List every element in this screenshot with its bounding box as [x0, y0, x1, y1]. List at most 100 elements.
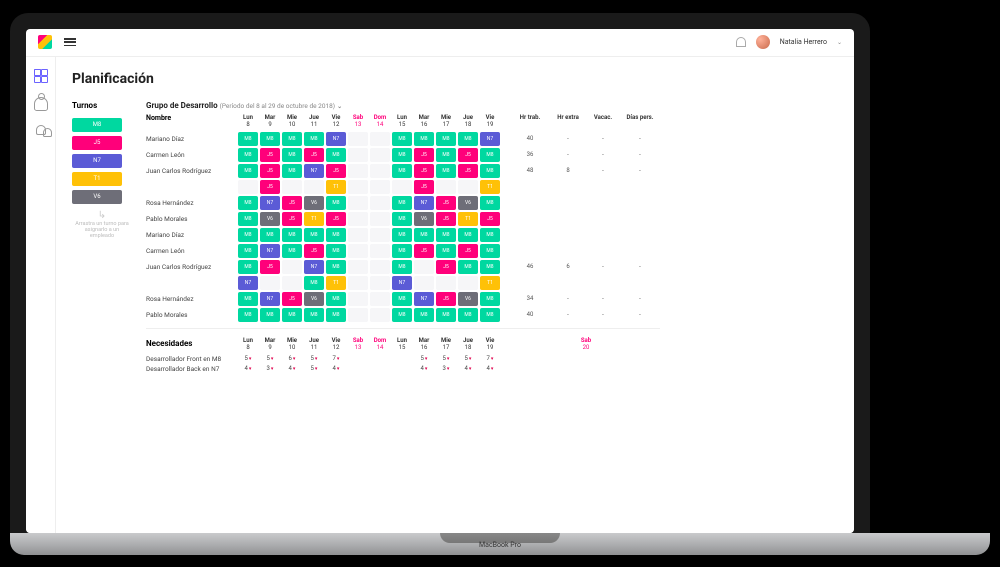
shift-cell[interactable]: M8 [458, 132, 478, 146]
shift-cell[interactable]: M8 [480, 196, 500, 210]
shift-cell[interactable]: M8 [260, 132, 280, 146]
shift-cell[interactable]: J5 [304, 244, 324, 258]
shift-cell[interactable]: M8 [238, 292, 258, 306]
need-cell[interactable] [348, 355, 368, 363]
empty-cell[interactable] [458, 276, 478, 290]
empty-cell[interactable] [282, 180, 302, 194]
need-cell[interactable]: 7 ▾ [480, 355, 500, 363]
shift-cell[interactable]: J5 [326, 212, 346, 226]
shift-cell[interactable]: J5 [458, 164, 478, 178]
shift-cell[interactable]: M8 [392, 148, 412, 162]
shift-cell[interactable]: J5 [282, 212, 302, 226]
need-cell[interactable]: 5 ▾ [414, 355, 434, 363]
shift-cell[interactable]: M8 [326, 292, 346, 306]
need-cell[interactable]: 6 ▾ [282, 355, 302, 363]
shift-cell[interactable]: M8 [238, 132, 258, 146]
shift-cell[interactable]: M8 [304, 228, 324, 242]
shift-cell[interactable]: M8 [392, 260, 412, 274]
shift-cell[interactable]: N7 [304, 260, 324, 274]
empty-cell[interactable] [370, 308, 390, 322]
empty-cell[interactable] [370, 228, 390, 242]
empty-cell[interactable] [304, 180, 324, 194]
shift-cell[interactable]: M8 [414, 308, 434, 322]
empty-cell[interactable] [436, 180, 456, 194]
empty-cell[interactable] [458, 180, 478, 194]
group-selector[interactable]: Grupo de Desarrollo (Período del 8 al 29… [146, 101, 838, 110]
shift-cell[interactable]: M8 [436, 308, 456, 322]
need-cell[interactable] [370, 365, 390, 373]
shift-cell[interactable]: V6 [304, 292, 324, 306]
shift-cell[interactable]: M8 [260, 308, 280, 322]
shift-cell[interactable]: J5 [436, 292, 456, 306]
need-cell[interactable]: 4 ▾ [414, 365, 434, 373]
shift-cell[interactable]: M8 [304, 276, 324, 290]
empty-cell[interactable] [370, 180, 390, 194]
shift-cell[interactable]: J5 [326, 164, 346, 178]
shift-cell[interactable]: M8 [480, 244, 500, 258]
shift-cell[interactable]: N7 [260, 292, 280, 306]
shift-cell[interactable]: M8 [414, 132, 434, 146]
empty-cell[interactable] [392, 180, 412, 194]
empty-cell[interactable] [370, 292, 390, 306]
shift-chip-J5[interactable]: J5 [72, 136, 122, 150]
shift-cell[interactable]: J5 [260, 164, 280, 178]
shift-cell[interactable]: M8 [458, 228, 478, 242]
need-cell[interactable]: 3 ▾ [436, 365, 456, 373]
dashboard-icon[interactable] [34, 69, 48, 83]
shift-cell[interactable]: M8 [238, 244, 258, 258]
shift-cell[interactable]: N7 [414, 196, 434, 210]
shift-cell[interactable]: J5 [414, 164, 434, 178]
need-cell[interactable] [370, 355, 390, 363]
shift-cell[interactable]: N7 [392, 276, 412, 290]
shift-cell[interactable]: M8 [414, 228, 434, 242]
empty-cell[interactable] [414, 276, 434, 290]
shift-cell[interactable]: M8 [326, 308, 346, 322]
shift-cell[interactable]: T1 [326, 276, 346, 290]
need-cell[interactable]: 7 ▾ [326, 355, 346, 363]
shift-cell[interactable]: J5 [436, 196, 456, 210]
empty-cell[interactable] [348, 196, 368, 210]
shift-cell[interactable]: J5 [414, 148, 434, 162]
empty-cell[interactable] [348, 164, 368, 178]
empty-cell[interactable] [348, 228, 368, 242]
empty-cell[interactable] [348, 244, 368, 258]
empty-cell[interactable] [348, 148, 368, 162]
shift-cell[interactable]: M8 [458, 308, 478, 322]
shift-cell[interactable]: M8 [238, 228, 258, 242]
empty-cell[interactable] [370, 148, 390, 162]
empty-cell[interactable] [370, 212, 390, 226]
shift-cell[interactable]: N7 [238, 276, 258, 290]
shift-cell[interactable]: J5 [436, 212, 456, 226]
need-cell[interactable]: 4 ▾ [282, 365, 302, 373]
empty-cell[interactable] [238, 180, 258, 194]
shift-chip-M8[interactable]: M8 [72, 118, 122, 132]
shift-cell[interactable]: T1 [458, 212, 478, 226]
shift-cell[interactable]: M8 [436, 228, 456, 242]
shift-cell[interactable]: M8 [480, 260, 500, 274]
empty-cell[interactable] [370, 196, 390, 210]
shift-cell[interactable]: J5 [458, 244, 478, 258]
shift-cell[interactable]: J5 [458, 148, 478, 162]
shift-cell[interactable]: M8 [392, 212, 412, 226]
shift-cell[interactable]: M8 [480, 148, 500, 162]
empty-cell[interactable] [348, 180, 368, 194]
need-cell[interactable]: 5 ▾ [304, 365, 324, 373]
shift-cell[interactable]: N7 [480, 132, 500, 146]
shift-cell[interactable]: M8 [282, 148, 302, 162]
need-cell[interactable]: 5 ▾ [260, 355, 280, 363]
chevron-down-icon[interactable]: ⌄ [837, 39, 842, 46]
shift-cell[interactable]: M8 [392, 244, 412, 258]
shift-cell[interactable]: M8 [282, 244, 302, 258]
empty-cell[interactable] [348, 276, 368, 290]
need-cell[interactable]: 3 ▾ [260, 365, 280, 373]
empty-cell[interactable] [370, 276, 390, 290]
shift-cell[interactable]: M8 [282, 164, 302, 178]
shift-cell[interactable]: J5 [260, 148, 280, 162]
person-icon[interactable] [34, 97, 48, 111]
shift-cell[interactable]: M8 [436, 244, 456, 258]
empty-cell[interactable] [414, 260, 434, 274]
shift-cell[interactable]: M8 [282, 228, 302, 242]
shift-cell[interactable]: M8 [392, 228, 412, 242]
shift-cell[interactable]: M8 [392, 308, 412, 322]
people-icon[interactable] [36, 125, 46, 135]
